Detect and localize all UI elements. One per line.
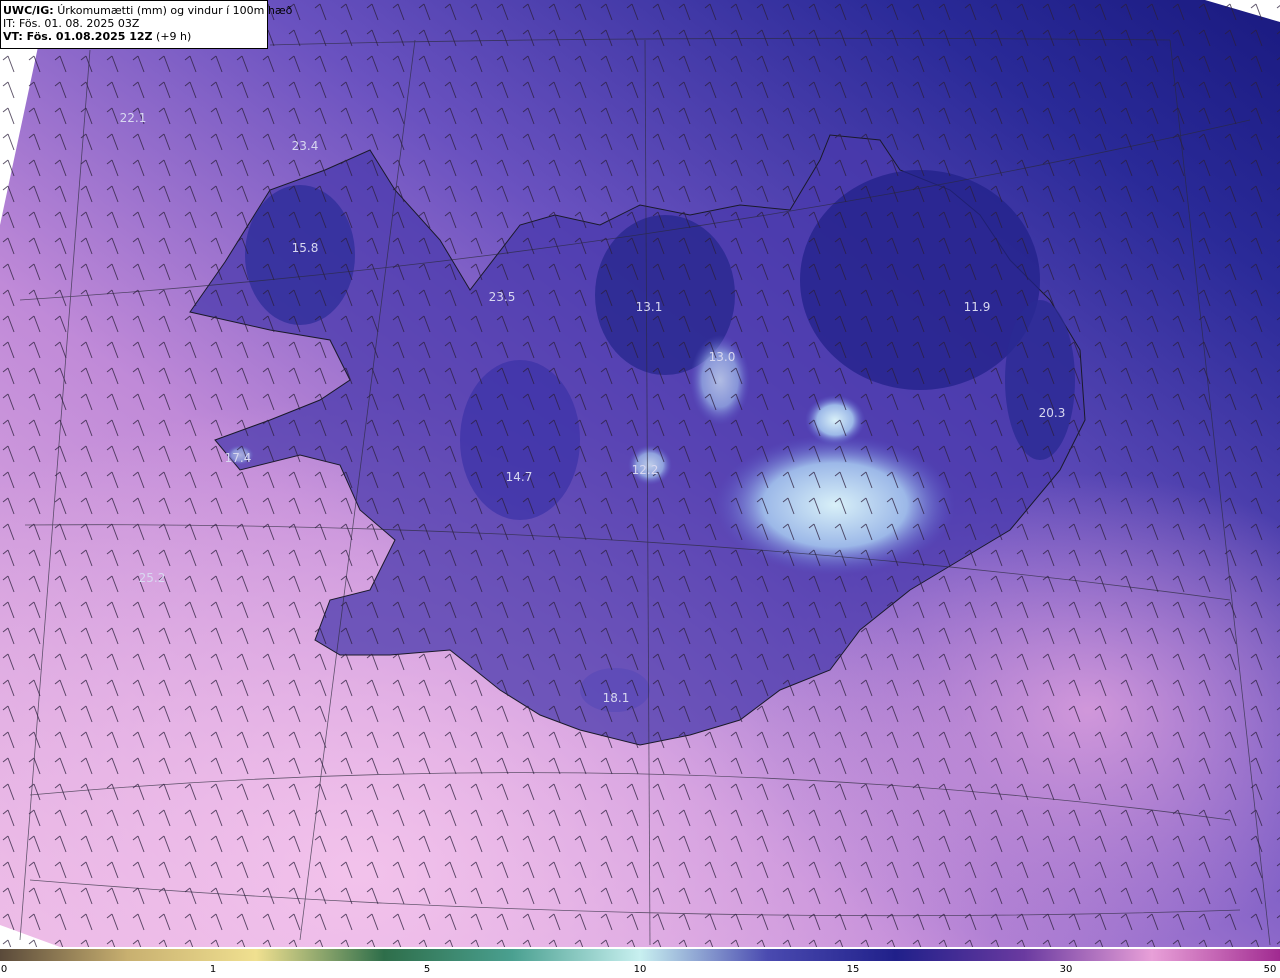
map-header: UWC/IG: Úrkomumætti (mm) og vindur í 100…: [0, 0, 292, 49]
map-value-label: 25.2: [139, 571, 166, 585]
title-line: UWC/IG: Úrkomumætti (mm) og vindur í 100…: [3, 4, 292, 17]
map-value-label: 18.1: [603, 691, 630, 705]
map-value-label: 12.2: [632, 463, 659, 477]
map-title: Úrkomumætti (mm) og vindur í 100m hæð: [57, 4, 293, 17]
map-value-label: 13.0: [709, 350, 736, 364]
init-time: IT: Fös. 01. 08. 2025 03Z: [3, 17, 140, 30]
colorbar-tick: 1: [209, 964, 217, 975]
map-viewer: 22.1 23.4 15.8 23.5 13.1 13.0 11.9 20.3 …: [0, 0, 1280, 978]
model-name: UWC/IG:: [3, 4, 54, 17]
valid-time: VT: Fös. 01.08.2025 12Z: [3, 30, 153, 43]
colorbar-tick: 15: [846, 964, 860, 975]
map-value-label: 20.3: [1039, 406, 1066, 420]
colorbar-tick: 30: [1059, 964, 1073, 975]
map-value-label: 17.4: [225, 451, 252, 465]
colorbar-tick: 5: [423, 964, 431, 975]
colorbar-tick: 0: [0, 964, 8, 975]
colorbar: 0 1 5 10 15 30 50: [0, 947, 1280, 978]
map-value-label: 14.7: [506, 470, 533, 484]
colorbar-strip: [0, 949, 1280, 961]
map-value-label: 22.1: [120, 111, 147, 125]
map-value-label: 23.4: [292, 139, 319, 153]
precipitable-water-map: 22.1 23.4 15.8 23.5 13.1 13.0 11.9 20.3 …: [0, 0, 1280, 947]
forecast-offset: (+9 h): [156, 30, 192, 43]
colorbar-tick: 50: [1263, 964, 1277, 975]
colorbar-tick: 10: [633, 964, 647, 975]
map-value-label: 11.9: [964, 300, 991, 314]
valid-time-line: VT: Fös. 01.08.2025 12Z (+9 h): [3, 30, 267, 43]
map-value-label: 23.5: [489, 290, 516, 304]
map-value-label: 13.1: [636, 300, 663, 314]
map-value-label: 15.8: [292, 241, 319, 255]
